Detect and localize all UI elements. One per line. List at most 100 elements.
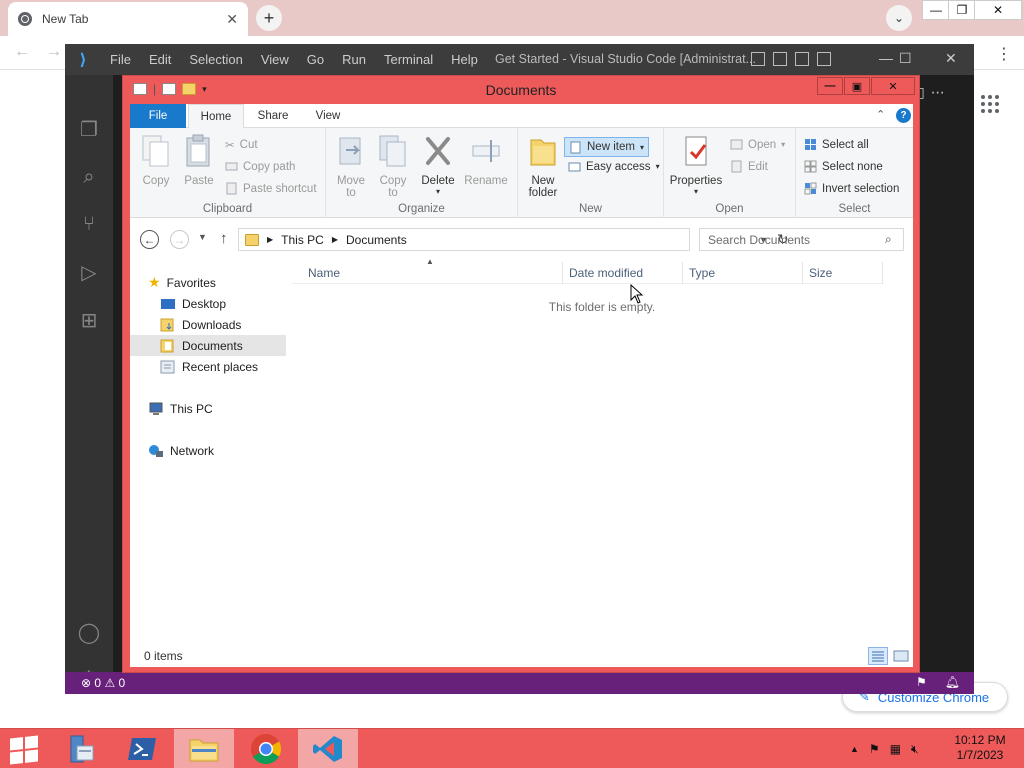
up-button[interactable]: ↑: [220, 230, 228, 247]
vscode-minimize-button[interactable]: —: [879, 50, 893, 66]
paste-button[interactable]: Paste: [180, 134, 218, 187]
back-button[interactable]: ←: [140, 230, 159, 249]
menu-edit[interactable]: Edit: [140, 52, 180, 67]
taskbar-powershell[interactable]: [112, 729, 172, 768]
nav-desktop[interactable]: Desktop: [160, 293, 226, 314]
chrome-close-button[interactable]: ✕: [974, 0, 1022, 20]
breadcrumb-documents[interactable]: Documents: [346, 233, 407, 247]
chrome-back-icon[interactable]: ←: [14, 43, 30, 61]
paste-shortcut-button[interactable]: Paste shortcut: [225, 182, 317, 195]
column-divider[interactable]: [562, 262, 563, 284]
nav-downloads[interactable]: Downloads: [160, 314, 241, 335]
column-divider[interactable]: [802, 262, 803, 284]
breadcrumb-this-pc[interactable]: This PC: [281, 233, 324, 247]
explorer-maximize-button[interactable]: ▣: [844, 77, 870, 95]
search-icon[interactable]: ⌕: [885, 232, 892, 247]
breadcrumb-chevron-icon[interactable]: ▶: [332, 235, 338, 244]
volume-muted-icon[interactable]: 🔇︎: [911, 742, 919, 757]
new-folder-button[interactable]: New folder: [524, 134, 562, 199]
accounts-icon[interactable]: ◯: [77, 620, 101, 644]
toggle-sidebar-icon[interactable]: [751, 52, 765, 66]
edit-button[interactable]: Edit: [730, 160, 768, 173]
nav-network[interactable]: Network: [148, 440, 214, 461]
taskbar-server-manager[interactable]: [50, 729, 110, 768]
explorer-minimize-button[interactable]: —: [817, 77, 843, 95]
large-icons-view-button[interactable]: [892, 647, 910, 665]
breadcrumb-chevron-icon[interactable]: ▶: [267, 235, 273, 244]
column-divider[interactable]: [882, 262, 883, 284]
chrome-forward-icon[interactable]: →: [46, 43, 62, 61]
explorer-files-icon[interactable]: ❐: [77, 117, 101, 141]
open-button[interactable]: Open ▾: [730, 138, 785, 151]
chrome-restore-button[interactable]: ❐: [948, 0, 976, 20]
column-type[interactable]: Type: [689, 266, 715, 280]
menu-help[interactable]: Help: [442, 52, 487, 67]
nav-favorites[interactable]: ★ Favorites: [148, 272, 216, 293]
menu-file[interactable]: File: [101, 52, 140, 67]
toggle-secondary-sidebar-icon[interactable]: [795, 52, 809, 66]
chrome-menu-icon[interactable]: ⋮: [996, 44, 1012, 64]
explorer-close-button[interactable]: ✕: [871, 77, 915, 95]
properties-button[interactable]: Properties ▾: [668, 134, 724, 196]
start-button[interactable]: [10, 735, 38, 765]
tab-file[interactable]: File: [130, 104, 186, 128]
tab-search-button[interactable]: ⌄: [886, 5, 912, 31]
column-size[interactable]: Size: [809, 266, 832, 280]
tab-home[interactable]: Home: [188, 104, 244, 129]
recent-locations-icon[interactable]: ▼: [198, 232, 207, 242]
search-icon[interactable]: ⌕: [77, 165, 101, 189]
new-item-button[interactable]: New item ▾: [564, 137, 649, 157]
delete-dropdown-icon[interactable]: ▾: [418, 187, 458, 196]
taskbar-file-explorer[interactable]: [174, 729, 234, 768]
feedback-icon[interactable]: ⚑: [916, 675, 927, 689]
nav-this-pc[interactable]: This PC: [148, 398, 213, 419]
chrome-minimize-button[interactable]: —: [922, 0, 950, 20]
network-tray-icon[interactable]: ▦: [890, 742, 901, 756]
column-divider[interactable]: [682, 262, 683, 284]
forward-button[interactable]: →: [170, 230, 189, 249]
extensions-icon[interactable]: ⊞: [77, 308, 101, 332]
nav-documents[interactable]: Documents: [130, 335, 286, 356]
toggle-panel-icon[interactable]: [773, 52, 787, 66]
errors-count[interactable]: 0: [94, 676, 101, 690]
copy-button[interactable]: Copy: [138, 134, 174, 187]
move-to-button[interactable]: Move to: [332, 134, 370, 199]
delete-button[interactable]: Delete ▾: [418, 134, 458, 196]
cut-button[interactable]: ✂ Cut: [225, 138, 258, 152]
nav-recent-places[interactable]: Recent places: [160, 356, 258, 377]
select-all-button[interactable]: Select all: [804, 138, 869, 151]
vscode-close-button[interactable]: ✕: [945, 50, 957, 67]
address-bar[interactable]: ▶ This PC ▶ Documents ▼ ↻: [238, 228, 789, 251]
menu-terminal[interactable]: Terminal: [375, 52, 442, 67]
taskbar-clock[interactable]: 10:12 PM 1/7/2023: [950, 733, 1010, 763]
properties-dropdown-icon[interactable]: ▾: [668, 187, 724, 196]
editor-actions[interactable]: ▯⋯: [917, 84, 951, 101]
easy-access-button[interactable]: Easy access ▾: [568, 160, 660, 173]
tab-share[interactable]: Share: [248, 104, 298, 128]
menu-view[interactable]: View: [252, 52, 298, 67]
new-tab-button[interactable]: +: [256, 5, 282, 31]
select-none-button[interactable]: Select none: [804, 160, 883, 173]
copy-to-button[interactable]: Copy to: [374, 134, 412, 199]
taskbar-vscode[interactable]: [298, 729, 358, 768]
tab-view[interactable]: View: [300, 104, 356, 128]
menu-run[interactable]: Run: [333, 52, 375, 67]
column-date-modified[interactable]: Date modified: [569, 266, 643, 280]
rename-button[interactable]: Rename: [462, 134, 510, 187]
customize-layout-icon[interactable]: [817, 52, 831, 66]
warnings-count[interactable]: 0: [119, 676, 126, 690]
vscode-maximize-button[interactable]: ☐: [899, 50, 912, 67]
run-debug-icon[interactable]: ▷: [77, 260, 101, 284]
apps-grid-icon[interactable]: [981, 95, 999, 113]
close-tab-icon[interactable]: ✕: [226, 11, 238, 28]
errors-icon[interactable]: ⊗: [81, 676, 91, 690]
minimize-ribbon-icon[interactable]: ⌃: [876, 108, 885, 121]
invert-selection-button[interactable]: Invert selection: [804, 182, 899, 195]
menu-go[interactable]: Go: [298, 52, 333, 67]
notifications-bell-icon[interactable]: 🔔︎: [945, 675, 960, 689]
chrome-tab-new-tab[interactable]: New Tab ✕: [8, 2, 248, 36]
help-icon[interactable]: ?: [896, 108, 911, 123]
taskbar-chrome[interactable]: [236, 729, 296, 768]
action-center-flag-icon[interactable]: ⚑: [869, 742, 880, 756]
source-control-icon[interactable]: ⑂: [77, 212, 101, 236]
